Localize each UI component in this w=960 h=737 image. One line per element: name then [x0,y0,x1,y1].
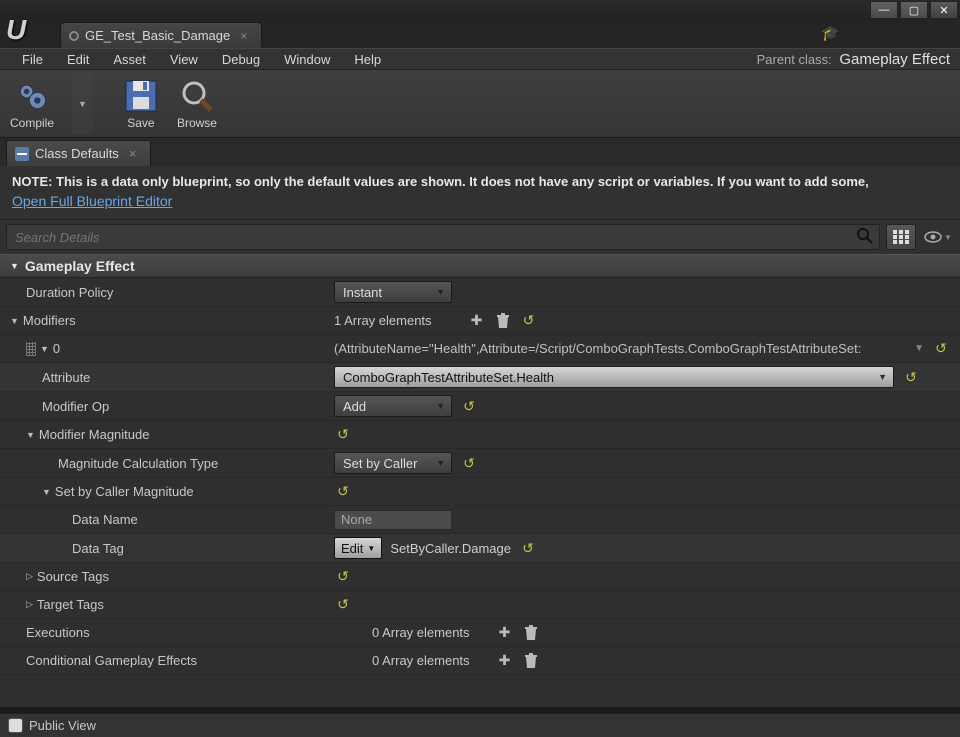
reset-icon[interactable]: ↺ [334,483,352,501]
save-button[interactable]: Save [123,78,159,130]
clear-array-button[interactable] [522,652,540,670]
add-element-button[interactable]: ✚ [468,312,486,330]
duration-policy-dropdown[interactable]: Instant▼ [334,281,452,303]
magnitude-calc-type-dropdown[interactable]: Set by Caller▼ [334,452,452,474]
view-grid-button[interactable] [886,224,916,250]
data-tag-edit-button[interactable]: Edit▼ [334,537,382,559]
label-set-by-caller-magnitude[interactable]: ▼ Set by Caller Magnitude [0,480,330,503]
label-executions: Executions [0,621,330,644]
info-text: NOTE: This is a data only blueprint, so … [12,174,948,189]
label-conditional-gameplay-effects: Conditional Gameplay Effects [0,649,330,672]
attribute-selector[interactable]: ComboGraphTestAttributeSet.Health▼ [334,366,894,388]
chevron-down-icon: ▼ [42,487,51,497]
modifier-op-dropdown[interactable]: Add▼ [334,395,452,417]
data-tag-value: SetByCaller.Damage [390,541,511,556]
chevron-down-icon: ▼ [40,344,49,354]
chevron-right-icon: ▷ [26,571,33,582]
reset-icon[interactable]: ↺ [334,568,352,586]
defaults-icon [15,147,29,161]
label-source-tags[interactable]: ▷ Source Tags [0,565,330,588]
reset-icon[interactable]: ↺ [932,340,950,358]
details-panel[interactable]: ▼ Gameplay Effect Duration Policy Instan… [0,254,960,707]
grid-icon [893,230,909,244]
details-search-row: ▼ [0,220,960,254]
menu-debug[interactable]: Debug [210,50,272,69]
menu-bar: File Edit Asset View Debug Window Help P… [0,48,960,70]
add-element-button[interactable]: ✚ [496,652,514,670]
reset-icon[interactable]: ↺ [520,312,538,330]
label-modifier-op: Modifier Op [0,395,330,418]
info-banner: NOTE: This is a data only blueprint, so … [0,166,960,220]
visibility-options-button[interactable]: ▼ [922,224,954,250]
search-details-input[interactable] [6,224,880,250]
parent-class-label: Parent class: Gameplay Effect [757,51,950,68]
browse-button[interactable]: Browse [177,78,217,130]
category-header-gameplay-effect[interactable]: ▼ Gameplay Effect [0,254,960,278]
modifier-0-summary: (AttributeName="Health",Attribute=/Scrip… [334,341,906,356]
label-attribute: Attribute [0,366,330,389]
conditional-count-text: 0 Array elements [372,653,470,668]
menu-edit[interactable]: Edit [55,50,101,69]
data-name-field[interactable]: None [334,510,452,530]
window-minimize-button[interactable]: — [870,1,898,19]
reset-icon[interactable]: ↺ [460,454,478,472]
panel-tab-row: Class Defaults × [0,138,960,166]
reset-icon[interactable]: ↺ [902,368,920,386]
search-icon [856,227,874,245]
window-maximize-button[interactable]: ▢ [900,1,928,19]
executions-count-text: 0 Array elements [372,625,470,640]
label-modifiers[interactable]: ▼ Modifiers [0,309,330,332]
class-defaults-tab[interactable]: Class Defaults × [6,140,151,166]
label-modifier-0[interactable]: ▼ 0 [0,337,330,360]
chevron-right-icon: ▷ [26,599,33,610]
reset-icon[interactable]: ↺ [460,397,478,415]
document-tab[interactable]: GE_Test_Basic_Damage × [60,22,262,48]
public-view-label: Public View [29,718,96,733]
drag-handle-icon[interactable] [26,342,36,356]
floppy-disk-icon [123,78,159,114]
label-magnitude-calc-type: Magnitude Calculation Type [0,452,330,475]
menu-help[interactable]: Help [342,50,393,69]
gears-icon [14,78,50,114]
expand-dropdown-icon[interactable]: ▼ [914,343,924,354]
menu-window[interactable]: Window [272,50,342,69]
graduation-cap-icon[interactable]: 🎓 [821,24,840,42]
close-tab-icon[interactable]: × [240,29,247,43]
label-data-tag: Data Tag [0,537,330,560]
label-modifier-magnitude[interactable]: ▼ Modifier Magnitude [0,423,330,446]
document-tab-row: U GE_Test_Basic_Damage × 🎓 [0,20,960,48]
chevron-down-icon: ▼ [10,261,19,271]
compile-options-dropdown[interactable]: ▼ [72,74,93,134]
parent-class-link[interactable]: Gameplay Effect [839,51,950,68]
eye-icon [924,231,942,243]
window-titlebar: — ▢ ✕ [0,0,960,20]
magnifier-icon [179,78,215,114]
label-data-name: Data Name [0,508,330,531]
reset-icon[interactable]: ↺ [334,426,352,444]
asset-type-icon [69,31,79,41]
menu-asset[interactable]: Asset [101,50,158,69]
chevron-down-icon: ▼ [10,316,19,326]
unreal-logo-icon: U [6,14,52,56]
clear-array-button[interactable] [494,312,512,330]
add-element-button[interactable]: ✚ [496,624,514,642]
open-full-blueprint-link[interactable]: Open Full Blueprint Editor [12,193,172,209]
chevron-down-icon: ▼ [26,430,35,440]
reset-icon[interactable]: ↺ [519,539,537,557]
close-panel-tab-icon[interactable]: × [129,146,137,161]
reset-icon[interactable]: ↺ [334,596,352,614]
window-close-button[interactable]: ✕ [930,1,958,19]
clear-array-button[interactable] [522,624,540,642]
document-tab-title: GE_Test_Basic_Damage [85,28,230,43]
footer-bar: Public View [0,713,960,737]
public-view-checkbox[interactable] [8,718,23,733]
modifiers-count-text: 1 Array elements [334,313,432,328]
menu-view[interactable]: View [158,50,210,69]
compile-button[interactable]: Compile [10,78,54,130]
label-target-tags[interactable]: ▷ Target Tags [0,593,330,616]
label-duration-policy: Duration Policy [0,281,330,304]
toolbar: Compile ▼ Save Browse [0,70,960,138]
